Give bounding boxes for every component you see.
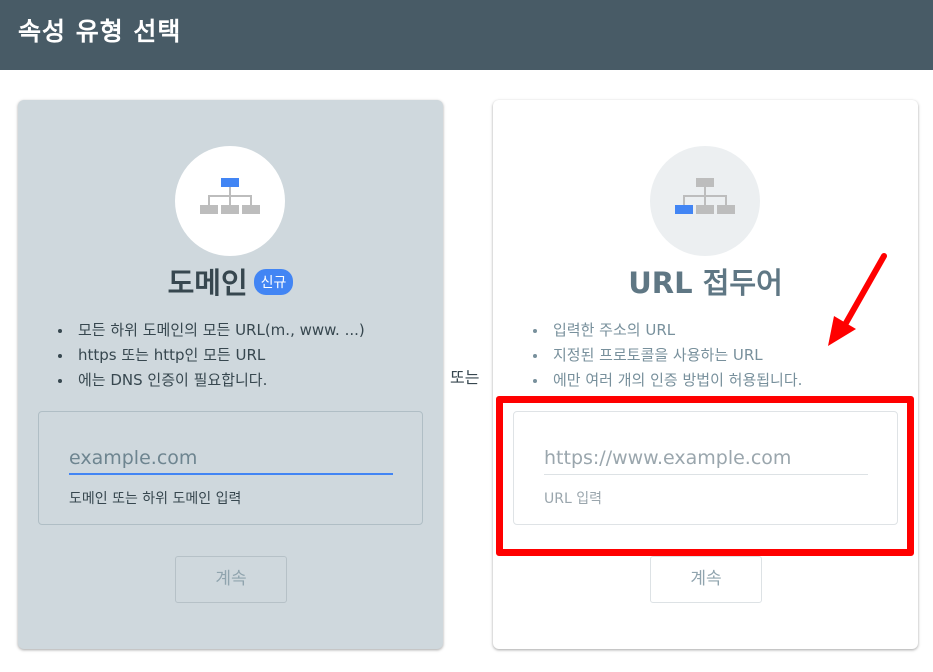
list-item: https 또는 http인 모든 URL (58, 343, 365, 368)
url-icon-circle (650, 146, 760, 256)
domain-icon-circle (175, 146, 285, 256)
domain-continue-button[interactable]: 계속 (175, 556, 287, 603)
domain-card-title: 도메인 신규 (18, 260, 443, 302)
list-item: 지정된 프로토콜을 사용하는 URL (533, 343, 802, 368)
domain-feature-list: 모든 하위 도메인의 모든 URL(m., www. ...) https 또는… (58, 318, 365, 393)
sitemap-icon (675, 178, 735, 214)
highlight-box (496, 396, 914, 556)
list-item: 에만 여러 개의 인증 방법이 허용됩니다. (533, 368, 802, 393)
domain-input[interactable]: example.com (69, 445, 393, 475)
or-separator: 또는 (450, 368, 480, 387)
new-badge: 신규 (253, 269, 294, 295)
url-prefix-property-card[interactable]: URL 접두어 입력한 주소의 URL 지정된 프로토콜을 사용하는 URL 에… (493, 100, 918, 649)
list-item: 입력한 주소의 URL (533, 318, 802, 343)
list-item: 에는 DNS 인증이 필요합니다. (58, 368, 365, 393)
url-feature-list: 입력한 주소의 URL 지정된 프로토콜을 사용하는 URL 에만 여러 개의 … (533, 318, 802, 393)
domain-property-card[interactable]: 도메인 신규 모든 하위 도메인의 모든 URL(m., www. ...) ht… (18, 100, 443, 649)
page-title: 속성 유형 선택 (18, 17, 182, 46)
domain-input-container: example.com 도메인 또는 하위 도메인 입력 (38, 411, 423, 525)
domain-title-text: 도메인 (167, 266, 248, 300)
header-bar: 속성 유형 선택 (0, 0, 933, 70)
sitemap-icon (200, 178, 260, 214)
domain-input-hint: 도메인 또는 하위 도메인 입력 (69, 491, 242, 507)
list-item: 모든 하위 도메인의 모든 URL(m., www. ...) (58, 318, 365, 343)
url-continue-button[interactable]: 계속 (650, 556, 762, 603)
red-arrow-icon (828, 253, 887, 346)
